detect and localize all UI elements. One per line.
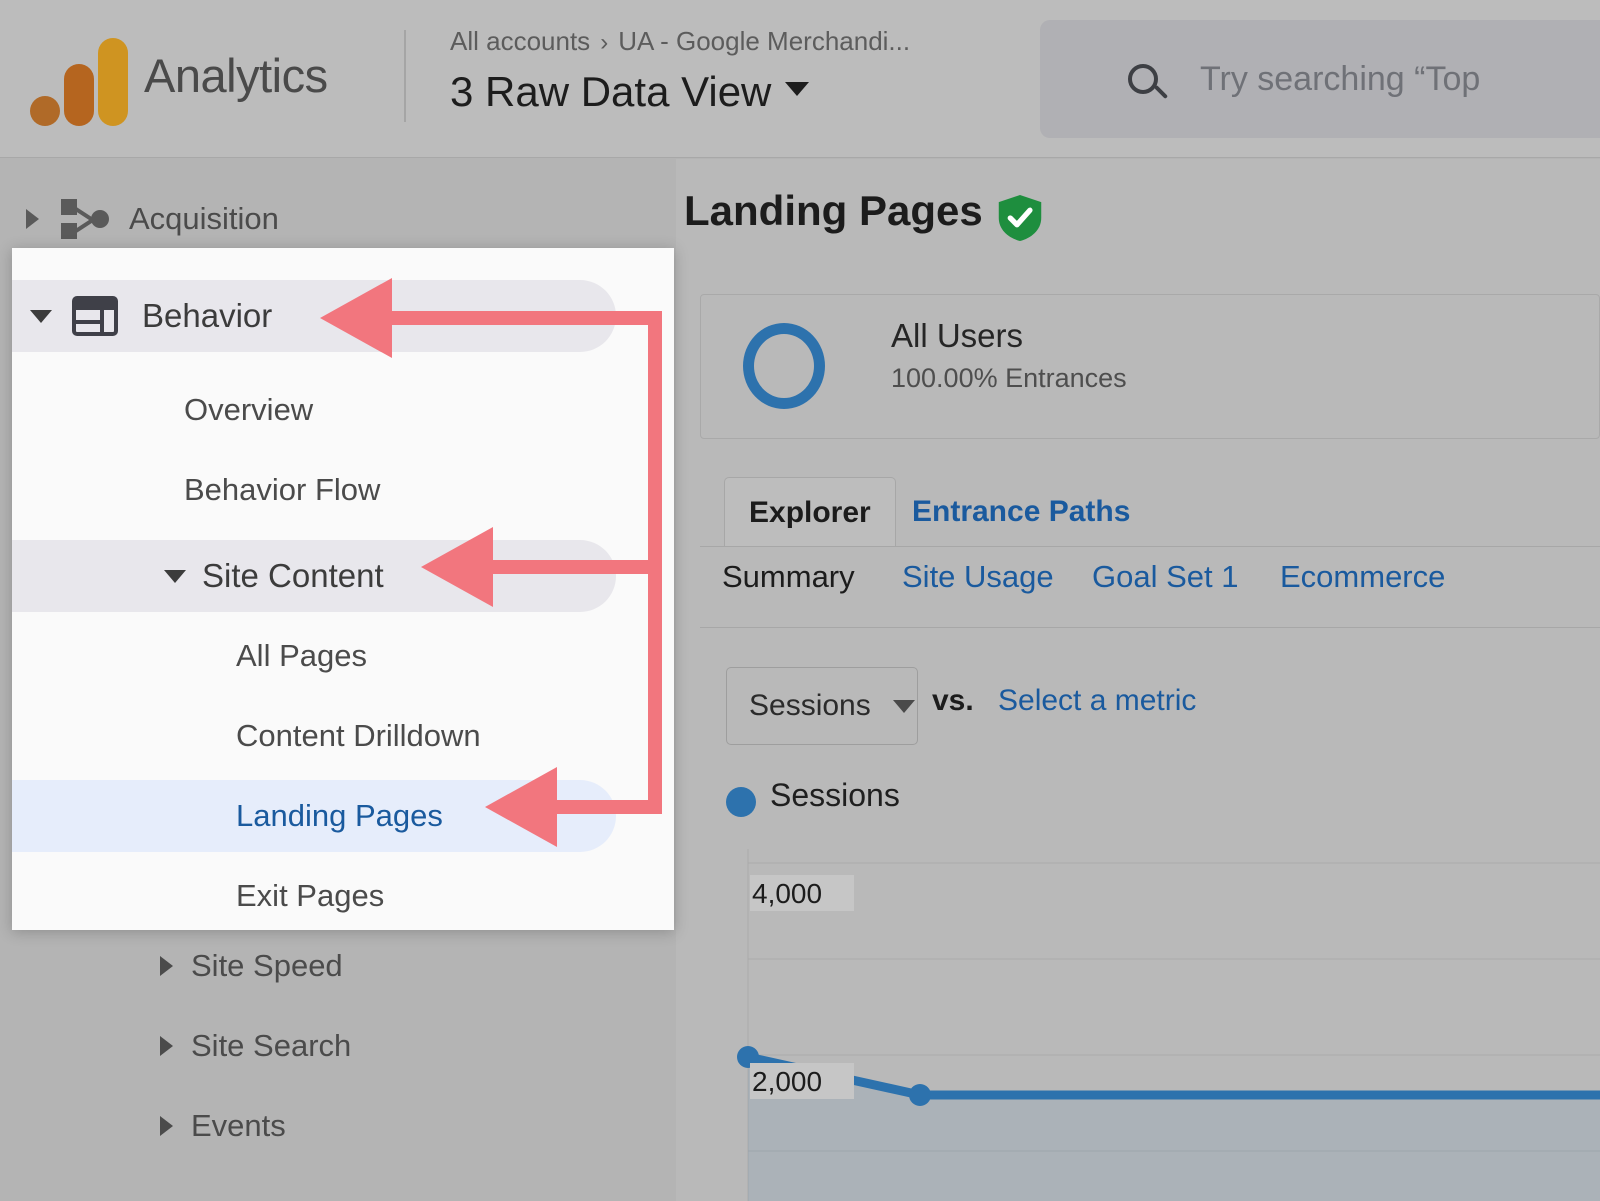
subtab-goal-set-1[interactable]: Goal Set 1 — [1092, 559, 1238, 595]
menu-item-label: Exit Pages — [236, 878, 385, 913]
search-input-placeholder[interactable]: Try searching “Top — [1200, 60, 1480, 99]
chevron-right-icon — [160, 1036, 173, 1056]
menu-item-exit-pages[interactable]: Exit Pages — [12, 856, 674, 936]
menu-item-landing-pages[interactable]: Landing Pages — [12, 776, 674, 856]
breadcrumb-chevron-icon: › — [600, 29, 609, 56]
behavior-table-icon — [72, 296, 118, 336]
subtab-site-usage[interactable]: Site Usage — [902, 559, 1054, 595]
menu-item-all-pages[interactable]: All Pages — [12, 616, 674, 696]
chevron-right-icon — [160, 1116, 173, 1136]
sidebar-item-label: Events — [191, 1108, 286, 1143]
sidebar-item-acquisition[interactable]: Acquisition — [0, 187, 676, 251]
report-tabs: Explorer Entrance Paths — [700, 477, 1600, 547]
main-content-area: Landing Pages All Users 100.00% Entrance… — [676, 159, 1600, 1201]
tab-label: Entrance Paths — [912, 495, 1131, 528]
select-a-metric-link[interactable]: Select a metric — [998, 684, 1196, 718]
menu-item-overview[interactable]: Overview — [12, 370, 674, 450]
breadcrumb[interactable]: All accounts › UA - Google Merchandi... — [450, 26, 910, 57]
behavior-menu-popup: Behavior Overview Behavior Flow Site Con… — [12, 248, 674, 930]
menu-item-behavior[interactable]: Behavior — [12, 276, 674, 356]
segment-card[interactable]: All Users 100.00% Entrances — [700, 294, 1600, 439]
brand-title: Analytics — [144, 49, 328, 102]
search-bar[interactable]: Try searching “Top — [1040, 20, 1600, 138]
segment-percentage: 100.00% Entrances — [891, 363, 1127, 393]
menu-item-behavior-flow[interactable]: Behavior Flow — [12, 450, 674, 530]
metric-selector-dropdown[interactable]: Sessions — [726, 667, 918, 745]
y-axis-tick-label: 2,000 — [752, 1066, 822, 1097]
logo-dot — [30, 96, 60, 126]
share-network-icon — [61, 197, 109, 241]
chart-point — [909, 1084, 931, 1106]
chevron-down-icon — [785, 82, 810, 96]
page-title: Landing Pages — [684, 187, 983, 234]
menu-item-label: Content Drilldown — [236, 718, 481, 753]
sidebar-item-site-search[interactable]: Site Search — [0, 1014, 676, 1078]
menu-item-label: Behavior — [142, 297, 273, 334]
chevron-right-icon — [160, 956, 173, 976]
view-selector-label: 3 Raw Data View — [450, 68, 772, 115]
chart-line-sessions — [743, 1052, 1600, 1100]
segment-name: All Users — [891, 317, 1024, 354]
segment-ring-icon — [743, 323, 825, 409]
tab-entrance-paths[interactable]: Entrance Paths — [912, 477, 1130, 547]
top-header-bar: Analytics All accounts › UA - Google Merch… — [0, 0, 1600, 158]
sidebar-item-label: Site Search — [191, 1028, 352, 1063]
header-divider — [404, 30, 406, 122]
tabs-underline — [700, 546, 1600, 547]
sidebar-item-events[interactable]: Events — [0, 1094, 676, 1158]
menu-item-label: All Pages — [236, 638, 367, 673]
sidebar-item-label: Acquisition — [129, 201, 279, 236]
metric-selector-value: Sessions — [749, 689, 871, 722]
y-axis-tick-label: 4,000 — [752, 878, 822, 909]
legend-color-dot — [726, 787, 756, 817]
tab-explorer[interactable]: Explorer — [724, 477, 896, 547]
menu-item-label: Site Content — [202, 557, 384, 594]
sidebar-item-site-speed[interactable]: Site Speed — [0, 934, 676, 998]
subtabs-underline — [700, 627, 1600, 628]
sessions-line-chart[interactable]: 4,000 2,000 — [700, 849, 1600, 1201]
vs-label: vs. — [932, 684, 974, 717]
breadcrumb-property[interactable]: UA - Google Merchandi... — [618, 26, 910, 56]
sidebar-item-label: Site Speed — [191, 948, 343, 983]
analytics-logo-icon[interactable] — [22, 34, 134, 126]
menu-item-label: Landing Pages — [236, 798, 443, 833]
analytics-app-window: Analytics All accounts › UA - Google Merch… — [0, 0, 1600, 1201]
chevron-down-icon — [164, 569, 186, 583]
view-selector[interactable]: 3 Raw Data View — [450, 68, 810, 116]
search-icon — [1128, 64, 1170, 106]
legend-label: Sessions — [770, 777, 900, 813]
chevron-right-icon — [26, 209, 39, 229]
chart-area-fill — [748, 1057, 1600, 1201]
menu-item-label: Overview — [184, 392, 314, 427]
chevron-down-icon — [30, 309, 52, 323]
logo-bar-tall — [98, 38, 128, 126]
menu-item-content-drilldown[interactable]: Content Drilldown — [12, 696, 674, 776]
green-shield-check-icon — [998, 195, 1042, 241]
subtab-ecommerce[interactable]: Ecommerce — [1280, 559, 1445, 595]
menu-item-label: Behavior Flow — [184, 472, 381, 507]
logo-bar-medium — [64, 64, 94, 126]
menu-item-site-content[interactable]: Site Content — [12, 536, 674, 616]
subtab-summary[interactable]: Summary — [722, 559, 855, 595]
tab-label: Explorer — [749, 495, 871, 529]
chevron-down-icon — [892, 699, 915, 713]
breadcrumb-account[interactable]: All accounts — [450, 26, 590, 56]
